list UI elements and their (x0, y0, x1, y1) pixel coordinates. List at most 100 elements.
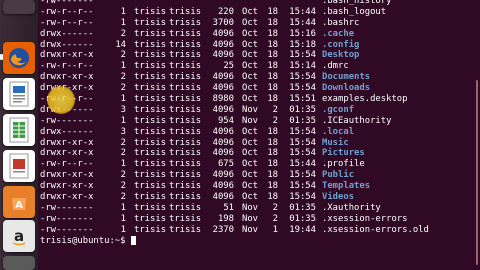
owner: trisis (134, 17, 167, 28)
terminal-line: -rw-r--r-- 1 trisis trisis 25 Oct 18 15:14 .dmrc (40, 61, 474, 72)
group: trisis (169, 104, 202, 115)
permissions: drwxr-xr-x (40, 192, 94, 203)
text-cursor (130, 235, 136, 245)
owner: trisis (134, 126, 167, 137)
owner (134, 0, 169, 7)
group: trisis (169, 61, 202, 72)
file-name: .local (322, 126, 355, 137)
group: trisis (169, 148, 202, 159)
software-center-icon[interactable]: A (3, 186, 35, 218)
link-count: 2 (120, 50, 126, 61)
terminal-line: drwxr-xr-x 2 trisis trisis 4096 Oct 18 15:54 Des… (40, 50, 474, 61)
file-name: .xsession-errors (322, 213, 408, 224)
link-count: 1 (120, 202, 126, 213)
terminal-output[interactable]: -rw------- .bash_history -rw-r--r-- 1 trisis… (38, 0, 474, 270)
terminal-line: drwxr-xr-x2trisistrisis4096Oct1815:54Dow… (40, 83, 474, 94)
file-name: .Xauthority (322, 202, 381, 213)
month: Oct (242, 159, 259, 170)
month: Nov (242, 213, 259, 224)
day: 18 (267, 6, 278, 17)
file-size: 3700 (212, 17, 234, 28)
link-count: 2 (120, 137, 126, 148)
permissions: -rw------- (40, 115, 94, 126)
day: 2 (272, 115, 278, 126)
terminal-line: -rw-r--r-- 1 trisis trisis 220 Oct 18 15:44 .bas… (40, 7, 474, 18)
ubuntu-logo-icon[interactable] (3, 0, 35, 14)
group: trisis (169, 72, 202, 83)
firefox-icon[interactable] (3, 42, 35, 74)
file-name: .profile (322, 159, 365, 170)
group: trisis (169, 159, 202, 170)
impress-icon[interactable] (3, 150, 35, 182)
file-size: 220 (217, 6, 234, 17)
permissions: drwxr-xr-x (40, 181, 94, 192)
terminal-line: drwx------ 3 trisis trisis 4096 Oct 18 15:54 .lo… (40, 127, 474, 138)
day: 18 (267, 137, 278, 148)
group: trisis (169, 224, 202, 235)
file-name: .xsession-errors.old (322, 224, 429, 235)
permissions: -rw------- (40, 202, 94, 213)
owner: trisis (134, 213, 167, 224)
file-size: 198 (217, 213, 234, 224)
owner: trisis (134, 159, 167, 170)
terminal-line: -rw------- 1 trisis trisis 198 Nov 2 01:35 .xses… (40, 214, 474, 225)
month: Oct (242, 61, 259, 72)
terminal-line: drwxr-xr-x 2 trisis trisis 4096 Oct 18 15:54 Doc… (40, 72, 474, 83)
terminal-line: drwxr-xr-x 2 trisis trisis 4096 Oct 18 15:54 Pub… (40, 170, 474, 181)
file-name: .cache (322, 28, 355, 39)
group: trisis (169, 192, 202, 203)
file-name: .bashrc (322, 17, 360, 28)
month: Oct (242, 39, 259, 50)
group: trisis (169, 50, 202, 61)
day: 2 (272, 202, 278, 213)
month: Oct (242, 170, 259, 181)
group: trisis (169, 115, 202, 126)
owner: trisis (134, 224, 167, 235)
owner: trisis (134, 148, 167, 159)
file-size: 4096 (212, 39, 234, 50)
time: 01:35 (289, 104, 316, 115)
permissions: -rw-r--r-- (40, 17, 94, 28)
time: 01:35 (289, 202, 316, 213)
owner: trisis (134, 94, 167, 105)
day: 18 (267, 170, 278, 181)
day: 18 (267, 159, 278, 170)
owner: trisis (134, 39, 167, 50)
permissions: drwxr-xr-x (40, 148, 94, 159)
amazon-icon[interactable]: a (3, 220, 35, 252)
time: 15:54 (289, 126, 316, 137)
file-name: Music (322, 137, 349, 148)
settings-icon[interactable] (3, 256, 35, 270)
writer-icon[interactable] (3, 78, 35, 110)
time: 15:44 (289, 17, 316, 28)
calc-icon[interactable] (3, 114, 35, 146)
time: 01:35 (289, 213, 316, 224)
month: Oct (242, 192, 259, 203)
terminal-line: -rw------- 1 trisis trisis 954 Nov 2 01:35 .ICEa… (40, 116, 474, 127)
day: 2 (272, 213, 278, 224)
terminal-line: drwx------3trisistrisis4096Nov201:35.gco… (40, 105, 474, 116)
permissions: -rw-r--r-- (40, 6, 94, 17)
day: 18 (267, 126, 278, 137)
day (264, 0, 278, 7)
day: 18 (267, 94, 278, 105)
terminal-line: drwx------ 2 trisis trisis 4096 Oct 18 15:16 .ca… (40, 29, 474, 40)
month: Oct (242, 94, 259, 105)
prompt-line[interactable]: trisis@ubuntu:~$ (40, 235, 474, 247)
permissions: -rw-r--r-- (40, 159, 94, 170)
file-size: 4096 (212, 137, 234, 148)
owner: trisis (134, 72, 167, 83)
terminal-line: -rw------- 1 trisis trisis 51 Nov 2 01:35 .Xauth… (40, 203, 474, 214)
owner: trisis (134, 61, 167, 72)
day: 18 (267, 148, 278, 159)
link-count: 2 (120, 83, 126, 94)
month: Oct (242, 83, 259, 94)
link-count: 1 (120, 224, 126, 235)
terminal-scrollbar[interactable] (476, 80, 478, 265)
group: trisis (169, 126, 202, 137)
terminal-line: -rw-r--r-- 1 trisis trisis 3700 Oct 18 15:44 .ba… (40, 18, 474, 29)
link-count: 14 (115, 39, 126, 50)
time: 15:54 (289, 181, 316, 192)
file-name: .config (322, 39, 360, 50)
terminal-line: -rw------- 1 trisis trisis 2370 Nov 1 19:44 .xse… (40, 225, 474, 236)
